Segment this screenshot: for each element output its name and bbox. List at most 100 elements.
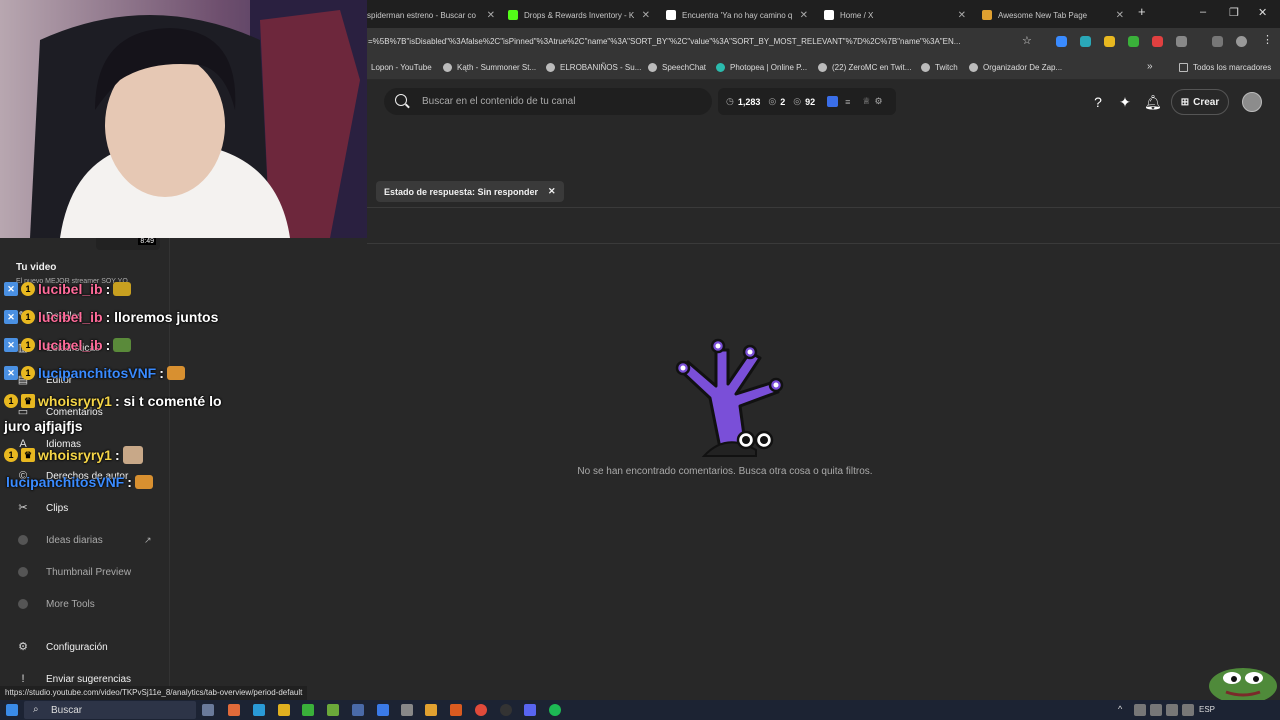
extension-icon[interactable] <box>1080 36 1091 47</box>
language-indicator[interactable]: ESP <box>1199 705 1215 714</box>
chat-message: ✕ 1 lucibel_ib: <box>4 337 132 353</box>
minimize-icon[interactable]: – <box>1200 6 1206 18</box>
taskbar-search[interactable]: ⌕ Buscar <box>24 701 196 719</box>
browser-tab[interactable]: spiderman estreno - Buscar co ✕ <box>367 4 495 26</box>
chat-username: lucibel_ib <box>38 337 103 353</box>
obs-icon[interactable] <box>500 704 512 716</box>
grid-icon <box>982 10 992 20</box>
filter-chip[interactable]: Estado de respuesta: Sin responder ✕ <box>376 181 564 202</box>
windows-icon[interactable] <box>6 704 18 716</box>
chat-message-continued: juro ajfjajfjs <box>4 418 83 434</box>
all-bookmarks-button[interactable]: Todos los marcadores <box>1179 63 1271 72</box>
star-icon[interactable]: ☆ <box>1022 34 1033 47</box>
bookmark[interactable]: Lopon - YouTube <box>371 63 432 72</box>
chrome-icon[interactable] <box>475 704 487 716</box>
extension-icon[interactable] <box>1152 36 1163 47</box>
tray-icon[interactable] <box>1134 704 1146 716</box>
sidebar-item-label: Enviar sugerencias <box>46 673 132 685</box>
bookmark[interactable]: (22) ZeroMC en Twit... <box>818 63 911 72</box>
app-icon[interactable] <box>228 704 240 716</box>
avatar[interactable] <box>1242 92 1262 112</box>
sidebar-item-settings[interactable]: ⚙ Configuración <box>16 640 108 654</box>
bookmark-icon <box>648 63 657 72</box>
browser-tab[interactable]: Awesome New Tab Page ✕ <box>982 4 1124 26</box>
url-field[interactable]: =%5B%7B"isDisabled"%3Afalse%2C"isPinned"… <box>368 37 1013 46</box>
create-button[interactable]: ⊞ Crear <box>1171 89 1229 115</box>
sidebar-item-feedback[interactable]: ! Enviar sugerencias <box>16 672 131 686</box>
kick-icon <box>508 10 518 20</box>
bookmark[interactable]: Organizador De Zap... <box>969 63 1062 72</box>
sidebar: 8:49 Tu video El nuevo MEJOR streamer SO… <box>0 238 170 700</box>
close-icon[interactable]: ✕ <box>1116 10 1124 21</box>
chat-text: : si t comenté lo <box>114 393 222 409</box>
edge-icon[interactable] <box>253 704 265 716</box>
tray-icon[interactable] <box>1166 704 1178 716</box>
menu-icon[interactable] <box>1212 36 1223 47</box>
app-icon[interactable] <box>401 704 413 716</box>
profile-icon[interactable] <box>1236 36 1247 47</box>
sidebar-item-clips[interactable]: ✂ Clips <box>16 501 68 515</box>
more-vert-icon[interactable]: ⋮ <box>1262 33 1273 46</box>
feedback-icon: ! <box>21 673 25 685</box>
bookmark[interactable]: Twitch <box>921 63 958 72</box>
browser-tab[interactable]: Home / X ✕ <box>824 4 966 26</box>
bookmark[interactable]: SpeechChat <box>648 63 706 72</box>
sidebar-item-daily-ideas[interactable]: Ideas diarias ↗ <box>16 533 152 547</box>
new-tab-button[interactable]: + <box>1138 4 1146 19</box>
bookmark-label: SpeechChat <box>662 63 707 72</box>
bookmark-label: Twitch <box>935 63 958 72</box>
extension-icon[interactable] <box>1104 36 1115 47</box>
tray-icon[interactable] <box>1150 704 1162 716</box>
help-icon[interactable]: ? <box>1090 94 1106 110</box>
bookmark[interactable]: ELROBANIÑOS - Su... <box>546 63 641 72</box>
emote-icon <box>166 366 185 380</box>
extension-icon <box>18 535 28 545</box>
tray-icon[interactable] <box>1182 704 1194 716</box>
spotify-icon[interactable] <box>549 704 561 716</box>
search-input[interactable]: Buscar en el contenido de tu canal <box>384 88 712 115</box>
close-window-icon[interactable]: ✕ <box>1258 6 1267 19</box>
gear-icon: ⚙ <box>18 641 28 653</box>
app-icon[interactable] <box>352 704 364 716</box>
app-icon[interactable] <box>425 704 437 716</box>
app-icon[interactable] <box>327 704 339 716</box>
extension-icon[interactable] <box>1056 36 1067 47</box>
extension-icon <box>827 96 839 107</box>
bookmark[interactable]: Photopea | Online P... <box>716 63 807 72</box>
browser-tab[interactable]: Encuentra 'Ya no hay camino q ✕ <box>666 4 808 26</box>
restore-icon[interactable]: ❐ <box>1229 6 1239 19</box>
puzzle-icon[interactable] <box>1176 36 1187 47</box>
stats-widget[interactable]: ◷ 1,283 ◎ 2 ◎ 92 ≡ ♕ ⚙ <box>718 88 896 115</box>
discord-icon[interactable] <box>524 704 536 716</box>
chat-text: : <box>105 281 111 297</box>
browser-tab[interactable]: Drops & Rewards Inventory - K ✕ <box>508 4 650 26</box>
chevron-up-icon[interactable]: ^ <box>1118 704 1122 714</box>
sidebar-item-label: Ideas diarias <box>46 534 103 546</box>
close-icon[interactable]: ✕ <box>958 10 966 21</box>
tab-title: Encuentra 'Ya no hay camino q <box>682 10 793 20</box>
app-icon[interactable] <box>377 704 389 716</box>
app-icon[interactable] <box>302 704 314 716</box>
bookmark-label: Photopea | Online P... <box>730 63 808 72</box>
bookmark-label: Todos los marcadores <box>1193 63 1272 72</box>
filter-chip-label: Estado de respuesta: Sin responder <box>384 186 539 197</box>
stat-views-a: 2 <box>780 96 786 107</box>
sparkle-icon[interactable]: ✦ <box>1117 94 1133 110</box>
app-icon[interactable] <box>450 704 462 716</box>
sidebar-item-thumbnail-preview[interactable]: Thumbnail Preview <box>16 565 131 579</box>
close-icon[interactable]: ✕ <box>642 10 650 21</box>
extension-icon[interactable] <box>1128 36 1139 47</box>
task-view-icon[interactable] <box>202 704 214 716</box>
explorer-icon[interactable] <box>278 704 290 716</box>
sub-badge-icon: 1 <box>21 338 35 352</box>
bookmark[interactable]: Kąth - Summoner St... <box>443 63 536 72</box>
close-icon[interactable]: ✕ <box>487 10 495 21</box>
bell-icon[interactable]: 🔔︎ <box>1144 94 1162 110</box>
chat-text: : <box>127 474 132 490</box>
video-thumbnail[interactable]: 8:49 <box>96 238 160 250</box>
divider <box>367 207 1280 208</box>
close-icon[interactable]: ✕ <box>548 186 556 197</box>
close-icon[interactable]: ✕ <box>800 10 808 21</box>
bookmarks-overflow-button[interactable]: » <box>1147 61 1153 72</box>
sidebar-item-more-tools[interactable]: More Tools <box>16 597 95 611</box>
